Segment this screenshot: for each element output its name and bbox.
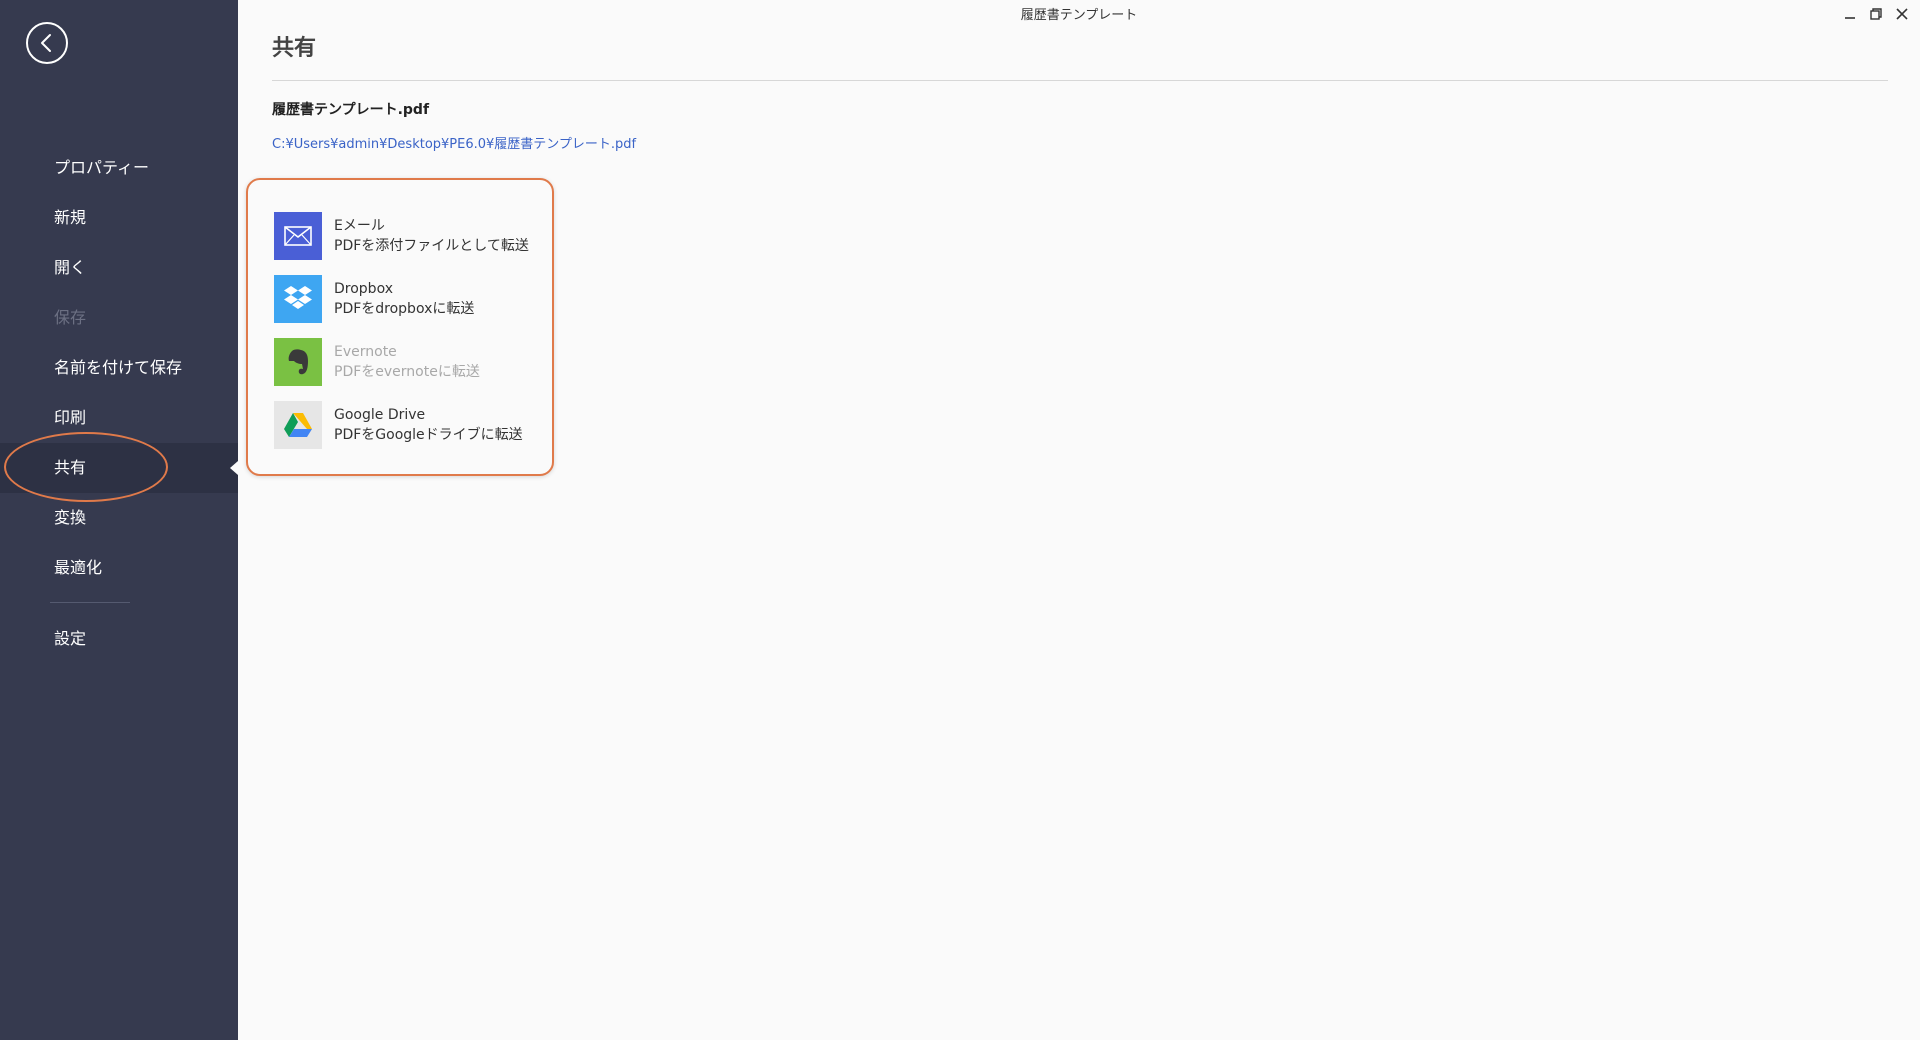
share-option-evernote: Evernote PDFをevernoteに転送 <box>274 330 529 393</box>
main-content: 共有 履歴書テンプレート.pdf C:¥Users¥admin¥Desktop¥… <box>238 0 1920 1040</box>
share-option-email[interactable]: Eメール PDFを添付ファイルとして転送 <box>274 204 529 267</box>
file-path-link[interactable]: C:¥Users¥admin¥Desktop¥PE6.0¥履歴書テンプレート.p… <box>272 133 636 152</box>
share-option-description: PDFをGoogleドライブに転送 <box>334 426 523 443</box>
sidebar: プロパティー 新規 開く 保存 名前を付けて保存 印刷 共有 変換 最適化 設定 <box>0 0 238 1040</box>
share-options-panel: Eメール PDFを添付ファイルとして転送 Dropbox PDFをdropbox… <box>246 178 554 476</box>
email-icon <box>274 211 322 260</box>
sidebar-item-optimize[interactable]: 最適化 <box>0 543 238 593</box>
sidebar-nav: プロパティー 新規 開く 保存 名前を付けて保存 印刷 共有 変換 最適化 設定 <box>0 143 238 664</box>
share-option-title: Google Drive <box>334 406 426 423</box>
sidebar-item-label: プロパティー <box>54 158 150 177</box>
sidebar-item-convert[interactable]: 変換 <box>0 493 238 543</box>
share-option-description: PDFをevernoteに転送 <box>334 363 480 380</box>
sidebar-item-label: 新規 <box>54 208 87 227</box>
sidebar-item-label: 保存 <box>54 308 87 327</box>
sidebar-item-label: 最適化 <box>54 558 103 577</box>
sidebar-item-label: 印刷 <box>54 408 87 427</box>
sidebar-item-open[interactable]: 開く <box>0 243 238 293</box>
sidebar-item-properties[interactable]: プロパティー <box>0 143 238 193</box>
page-title: 共有 <box>272 36 317 61</box>
sidebar-item-label: 変換 <box>54 508 87 527</box>
back-button[interactable] <box>26 22 68 64</box>
sidebar-item-print[interactable]: 印刷 <box>0 393 238 443</box>
file-name: 履歴書テンプレート.pdf <box>272 102 430 118</box>
evernote-icon <box>274 337 322 386</box>
sidebar-item-share[interactable]: 共有 <box>0 443 238 493</box>
share-option-google-drive[interactable]: Google Drive PDFをGoogleドライブに転送 <box>274 393 529 456</box>
share-option-description: PDFを添付ファイルとして転送 <box>334 237 529 254</box>
share-option-description: PDFをdropboxに転送 <box>334 300 475 317</box>
sidebar-item-label: 名前を付けて保存 <box>54 358 183 377</box>
sidebar-divider <box>50 602 130 603</box>
share-option-title: Evernote <box>334 343 397 360</box>
dropbox-icon <box>274 274 322 323</box>
title-divider <box>272 80 1888 81</box>
sidebar-item-label: 共有 <box>54 458 87 477</box>
share-options-list: Eメール PDFを添付ファイルとして転送 Dropbox PDFをdropbox… <box>274 204 529 456</box>
sidebar-item-label: 設定 <box>54 629 87 648</box>
sidebar-item-save: 保存 <box>0 293 238 343</box>
back-arrow-icon <box>41 34 51 52</box>
sidebar-item-settings[interactable]: 設定 <box>0 614 238 664</box>
share-option-title: Eメール <box>334 217 385 234</box>
google-drive-icon <box>274 400 322 449</box>
sidebar-item-new[interactable]: 新規 <box>0 193 238 243</box>
sidebar-item-label: 開く <box>54 258 87 277</box>
sidebar-item-save-as[interactable]: 名前を付けて保存 <box>0 343 238 393</box>
share-option-dropbox[interactable]: Dropbox PDFをdropboxに転送 <box>274 267 529 330</box>
share-option-title: Dropbox <box>334 280 393 297</box>
